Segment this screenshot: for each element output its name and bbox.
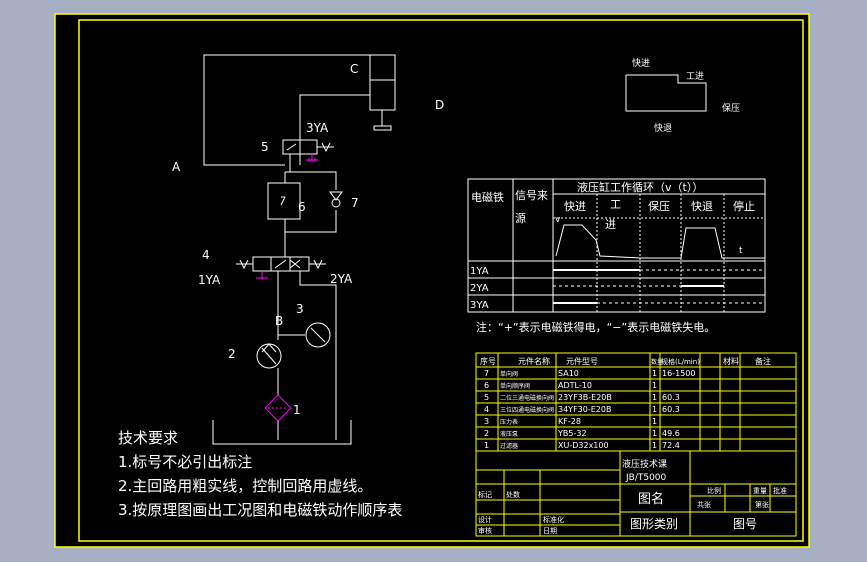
parts-cell-model: YB5-32 bbox=[557, 429, 587, 438]
label-3ya: 3YA bbox=[306, 121, 329, 135]
parts-cell-qty: 1 bbox=[652, 393, 657, 402]
parts-cell-no: 6 bbox=[484, 381, 489, 390]
label-2: 2 bbox=[228, 347, 236, 361]
table-col-solenoid: 电磁铁 bbox=[471, 191, 504, 204]
phase-work-2: 进 bbox=[605, 218, 616, 231]
parts-cell-name: 液压泵 bbox=[500, 430, 518, 438]
parts-cell-no: 2 bbox=[484, 429, 489, 438]
cell-mark: 标记 bbox=[478, 490, 492, 499]
phase-hold: 保压 bbox=[648, 199, 670, 213]
parts-cell-model: 34YF30-E20B bbox=[558, 405, 611, 414]
label-b: B bbox=[275, 314, 283, 328]
label-1ya: 1YA bbox=[198, 273, 221, 287]
parts-cell-qty: 1 bbox=[652, 417, 657, 426]
parts-cell-name: 单向顺序阀 bbox=[500, 382, 530, 390]
sketch-work-feed: 工进 bbox=[686, 71, 704, 82]
parts-cell-spec: 60.3 bbox=[662, 393, 680, 402]
phase-work-1: 工 bbox=[610, 198, 621, 211]
parts-cell-name: 单向阀 bbox=[500, 370, 518, 378]
parts-cell-spec: 16-1500 bbox=[662, 369, 695, 378]
drawing-type: 图形类别 bbox=[630, 517, 678, 531]
label-d: D bbox=[435, 98, 444, 112]
parts-cell-qty: 1 bbox=[652, 381, 657, 390]
header-spec: 规格(L/min) bbox=[661, 357, 700, 366]
parts-cell-name: 压力表 bbox=[500, 418, 518, 426]
phase-fast-forward: 快进 bbox=[564, 200, 586, 213]
cell-review: 审核 bbox=[478, 526, 492, 535]
header-name: 元件名称 bbox=[518, 356, 550, 366]
parts-cell-name: 三位四通电磁换向阀 bbox=[500, 406, 554, 414]
cell-scale: 比例 bbox=[707, 486, 721, 495]
std-text: 液压技术课 bbox=[622, 458, 667, 470]
std-code: JB/T5000 bbox=[625, 473, 667, 483]
parts-cell-no: 1 bbox=[484, 441, 489, 450]
label-1: 1 bbox=[293, 403, 301, 417]
label-6: 6 bbox=[298, 200, 306, 214]
requirement-1: 1.标号不必引出标注 bbox=[118, 453, 252, 471]
cell-sheets: 共张 bbox=[697, 500, 711, 509]
cell-design: 设计 bbox=[478, 515, 492, 524]
cell-weight: 重量 bbox=[753, 487, 767, 495]
parts-cell-qty: 1 bbox=[652, 441, 657, 450]
table-col-signal-1: 信号来 bbox=[515, 189, 548, 202]
parts-cell-no: 5 bbox=[484, 393, 489, 402]
sketch-hold: 保压 bbox=[722, 102, 740, 114]
table-note: 注：“+”表示电磁铁得电，“−”表示电磁铁失电。 bbox=[476, 320, 715, 334]
parts-cell-model: SA10 bbox=[558, 369, 579, 378]
parts-cell-model: KF-28 bbox=[558, 417, 581, 426]
parts-cell-model: ADTL-10 bbox=[558, 381, 592, 390]
cell-approve: 批准 bbox=[773, 486, 787, 495]
parts-cell-name: 过滤器 bbox=[500, 442, 518, 450]
drawing-canvas: A B C D 1 2 3 4 5 6 7 1YA 2YA 3YA 快进 工进 … bbox=[54, 13, 810, 548]
sketch-fast-forward: 快进 bbox=[632, 57, 650, 69]
row-3ya: 3YA bbox=[470, 300, 489, 311]
requirement-3: 3.按原理图画出工况图和电磁铁动作顺序表 bbox=[118, 501, 402, 519]
drawing-no: 图号 bbox=[733, 517, 757, 531]
label-2ya: 2YA bbox=[330, 272, 353, 286]
phase-fast-return: 快退 bbox=[691, 200, 713, 213]
row-1ya: 1YA bbox=[470, 266, 489, 277]
parts-cell-model: 23YF3B-E20B bbox=[558, 393, 612, 402]
label-3: 3 bbox=[296, 302, 304, 316]
parts-cell-qty: 1 bbox=[652, 405, 657, 414]
row-2ya: 2YA bbox=[470, 283, 489, 294]
axis-v: v bbox=[555, 215, 561, 225]
parts-cell-no: 3 bbox=[484, 417, 489, 426]
cell-standard: 标准化 bbox=[543, 515, 564, 524]
header-model: 元件型号 bbox=[566, 356, 598, 366]
parts-cell-qty: 1 bbox=[652, 369, 657, 378]
parts-cell-spec: 60.3 bbox=[662, 405, 680, 414]
parts-cell-name: 二位三通电磁换向阀 bbox=[500, 394, 554, 402]
label-c: C bbox=[350, 62, 358, 76]
axis-t: t bbox=[739, 246, 743, 256]
phase-stop: 停止 bbox=[733, 199, 755, 213]
header-material: 材料 bbox=[723, 356, 739, 366]
cell-date: 日期 bbox=[543, 527, 557, 535]
sketch-fast-return: 快退 bbox=[654, 122, 672, 134]
label-7: 7 bbox=[351, 196, 359, 210]
header-note: 备注 bbox=[755, 356, 771, 366]
table-cycle-title: 液压缸工作循环（v（t）） bbox=[577, 180, 703, 194]
parts-cell-no: 4 bbox=[484, 405, 489, 414]
parts-cell-spec: 72.4 bbox=[662, 441, 680, 450]
parts-cell-spec: 49.6 bbox=[662, 429, 680, 438]
requirements-title: 技术要求 bbox=[118, 429, 178, 447]
cell-count: 处数 bbox=[506, 490, 520, 499]
parts-cell-model: XU-D32x100 bbox=[558, 441, 609, 450]
parts-cell-qty: 1 bbox=[652, 429, 657, 438]
drawing-name: 图名 bbox=[638, 491, 664, 507]
table-col-signal-2: 源 bbox=[515, 211, 526, 225]
header-no: 序号 bbox=[480, 356, 496, 366]
cell-sheet-no: 第张 bbox=[755, 500, 769, 509]
parts-cell-no: 7 bbox=[484, 369, 489, 378]
requirement-2: 2.主回路用粗实线，控制回路用虚线。 bbox=[118, 477, 372, 495]
label-5: 5 bbox=[261, 140, 269, 154]
label-a: A bbox=[172, 160, 181, 174]
label-4: 4 bbox=[202, 248, 210, 262]
